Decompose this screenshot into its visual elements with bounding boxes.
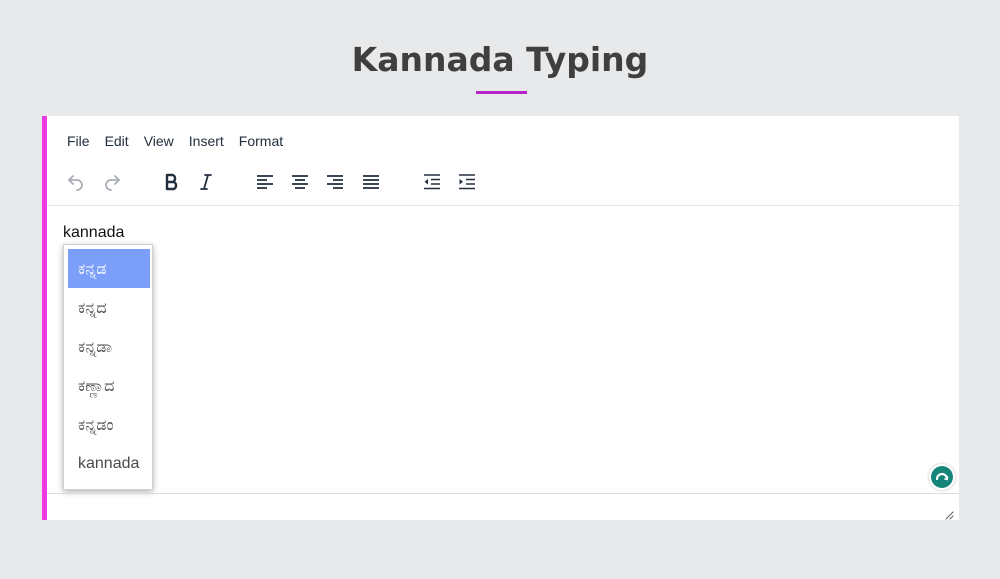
indent-icon	[459, 174, 475, 190]
redo-icon	[105, 175, 120, 191]
grammar-check-icon	[931, 466, 953, 488]
justify-button[interactable]	[357, 168, 385, 196]
resize-grip-icon	[945, 511, 954, 520]
suggestion-item[interactable]: kannada	[68, 444, 150, 483]
page-title: Kannada Typing	[351, 40, 649, 79]
menubar: File Edit View Insert Format	[67, 131, 298, 151]
align-right-icon	[327, 175, 343, 189]
toolbar-divider	[47, 205, 959, 206]
menu-insert[interactable]: Insert	[189, 131, 224, 151]
text-editor: File Edit View Insert Format kannada ಕನ್…	[42, 116, 959, 520]
align-right-button[interactable]	[321, 168, 349, 196]
grammar-check-button[interactable]	[929, 464, 955, 490]
title-underline	[476, 91, 527, 94]
align-center-icon	[292, 175, 308, 189]
menu-edit[interactable]: Edit	[105, 131, 129, 151]
menu-format[interactable]: Format	[239, 131, 283, 151]
suggestion-item[interactable]: ಕನ್ನಡಂ	[68, 405, 150, 444]
editor-content[interactable]: kannada	[63, 224, 124, 242]
suggestion-list: ಕನ್ನಡ ಕನ್ನದ ಕನ್ನಡಾ ಕಣ್ಣಾದ ಕನ್ನಡಂ kannada	[63, 244, 153, 490]
suggestion-item[interactable]: ಕಣ್ಣಾದ	[68, 366, 150, 405]
menu-file[interactable]: File	[67, 131, 90, 151]
accent-bar	[42, 116, 47, 520]
outdent-button[interactable]	[418, 168, 446, 196]
undo-icon	[68, 175, 83, 191]
menu-view[interactable]: View	[144, 131, 174, 151]
resize-handle[interactable]	[944, 505, 954, 520]
bold-button[interactable]	[158, 168, 186, 196]
bold-icon	[165, 173, 178, 191]
suggestion-item[interactable]: ಕನ್ನಡಾ	[68, 327, 150, 366]
statusbar-divider	[47, 493, 959, 494]
align-left-icon	[257, 175, 273, 189]
suggestion-item[interactable]: ಕನ್ನಡ	[68, 249, 150, 288]
italic-button[interactable]	[192, 168, 220, 196]
align-center-button[interactable]	[286, 168, 314, 196]
justify-icon	[363, 175, 379, 189]
indent-button[interactable]	[453, 168, 481, 196]
redo-button[interactable]	[98, 168, 126, 196]
outdent-icon	[424, 174, 440, 190]
undo-button[interactable]	[62, 168, 90, 196]
italic-icon	[200, 174, 212, 190]
suggestion-item[interactable]: ಕನ್ನದ	[68, 288, 150, 327]
align-left-button[interactable]	[251, 168, 279, 196]
